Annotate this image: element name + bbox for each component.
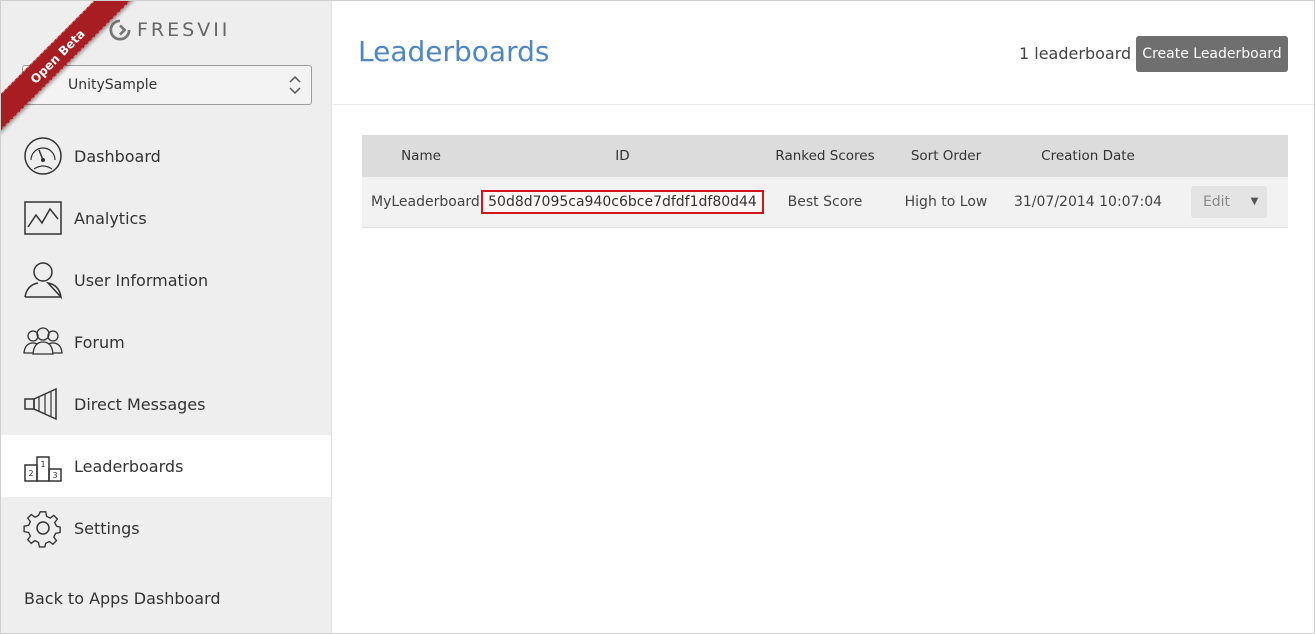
group-icon [21, 320, 65, 364]
sidebar-item-forum[interactable]: Forum [1, 311, 331, 373]
cell-sort-order: High to Low [885, 177, 1007, 228]
line-chart-icon [21, 196, 65, 240]
sidebar-item-user-information[interactable]: User Information [1, 249, 331, 311]
column-header-name: Name [362, 135, 480, 177]
gauge-icon [21, 134, 65, 178]
sidebar-item-label: Settings [74, 518, 140, 538]
gear-icon [21, 506, 65, 550]
table-row: MyLeaderboard 50d8d7095ca940c6bce7dfdf1d… [362, 177, 1288, 228]
back-to-apps-dashboard-link[interactable]: Back to Apps Dashboard [24, 589, 221, 608]
sidebar-item-label: Analytics [74, 208, 147, 228]
leaderboards-table: Name ID Ranked Scores Sort Order Creatio… [362, 135, 1288, 228]
edit-split-button: Edit ▼ [1190, 185, 1267, 218]
megaphone-icon [21, 382, 65, 426]
column-header-actions [1169, 135, 1288, 177]
column-header-ranked-scores: Ranked Scores [765, 135, 885, 177]
table-header-row: Name ID Ranked Scores Sort Order Creatio… [362, 135, 1288, 177]
cell-creation-date: 31/07/2014 10:07:04 [1007, 177, 1169, 228]
page-title: Leaderboards [358, 35, 550, 68]
leaderboard-id-highlighted: 50d8d7095ca940c6bce7dfdf1df80d44 [481, 189, 764, 214]
app-select[interactable]: UnitySample [22, 65, 312, 105]
fresvii-logo: FRESVII [109, 19, 230, 41]
page-header: Leaderboards 1 leaderboard Create Leader… [333, 1, 1314, 105]
sidebar-item-label: Leaderboards [74, 456, 184, 476]
fresvii-logo-icon [109, 19, 131, 41]
create-leaderboard-button[interactable]: Create Leaderboard [1136, 36, 1288, 72]
app-select-value: UnitySample [68, 77, 158, 93]
edit-button[interactable]: Edit [1190, 185, 1243, 218]
svg-text:3: 3 [52, 471, 57, 480]
chevron-updown-icon [289, 75, 301, 95]
column-header-sort-order: Sort Order [885, 135, 1007, 177]
column-header-id: ID [480, 135, 765, 177]
caret-down-icon: ▼ [1250, 196, 1259, 208]
sidebar-item-label: User Information [74, 270, 209, 290]
svg-text:2: 2 [28, 469, 33, 478]
sidebar-item-dashboard[interactable]: Dashboard [1, 125, 331, 187]
cell-name: MyLeaderboard [362, 177, 480, 228]
column-header-creation-date: Creation Date [1007, 135, 1169, 177]
main-content: Leaderboards 1 leaderboard Create Leader… [333, 1, 1314, 633]
leaderboard-count: 1 leaderboard [1019, 44, 1132, 63]
sidebar-item-analytics[interactable]: Analytics [1, 187, 331, 249]
sidebar-item-settings[interactable]: Settings [1, 497, 331, 559]
edit-dropdown-toggle[interactable]: ▼ [1242, 185, 1267, 218]
sidebar: FRESVII UnitySample Open Beta Dashboard … [1, 1, 332, 633]
sidebar-item-label: Direct Messages [74, 394, 206, 414]
cell-actions: Edit ▼ [1169, 177, 1288, 228]
cell-id: 50d8d7095ca940c6bce7dfdf1df80d44 [480, 177, 765, 228]
sidebar-item-label: Dashboard [74, 146, 161, 166]
sidebar-item-label: Forum [74, 332, 125, 352]
sidebar-item-direct-messages[interactable]: Direct Messages [1, 373, 331, 435]
podium-icon: 12 3 [21, 444, 65, 488]
sidebar-nav: Dashboard Analytics User Information For… [1, 125, 331, 559]
user-icon [21, 258, 65, 302]
svg-text:1: 1 [40, 460, 45, 469]
cell-ranked-scores: Best Score [765, 177, 885, 228]
brand-name: FRESVII [137, 19, 231, 41]
sidebar-item-leaderboards[interactable]: 12 3 Leaderboards [1, 435, 331, 497]
